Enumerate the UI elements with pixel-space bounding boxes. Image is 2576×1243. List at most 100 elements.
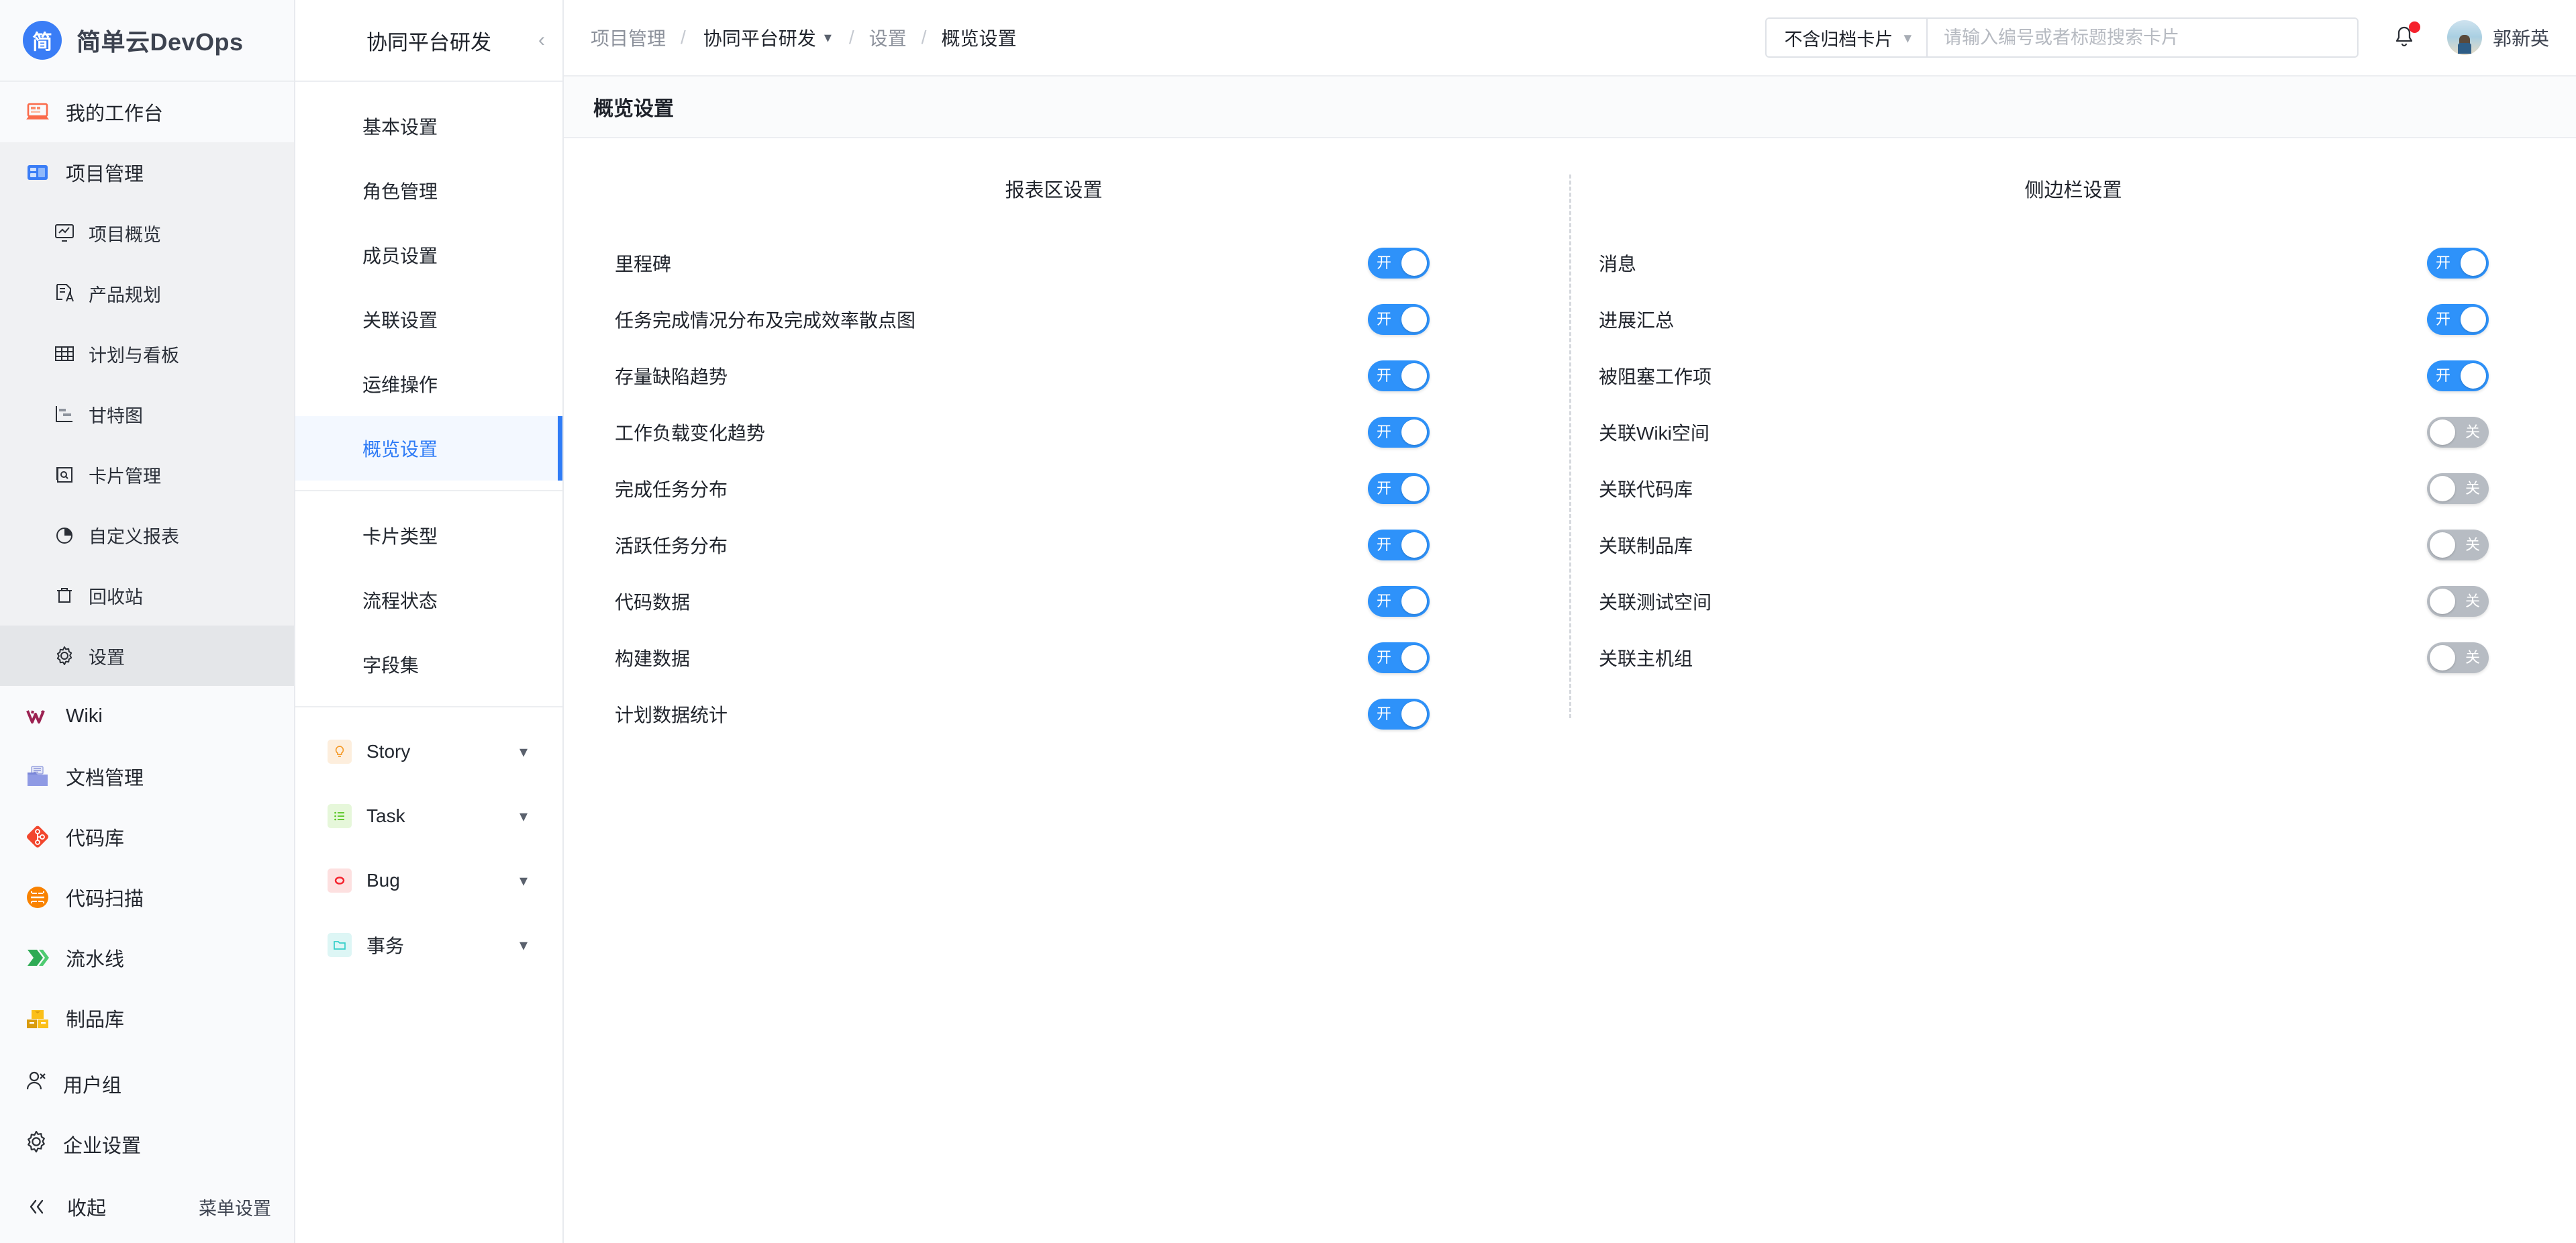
toggle-blocked-items[interactable]: 开	[2427, 360, 2489, 391]
setting-row-linked-artifact-repo: 关联制品库 关	[1571, 517, 2576, 573]
toggle-linked-code-repo[interactable]: 关	[2427, 473, 2489, 504]
toggle-state-label: 开	[1377, 705, 1392, 722]
toggle-progress-summary[interactable]: 开	[2427, 304, 2489, 335]
subnav-section-general: 基本设置 角色管理 成员设置 关联设置 运维操作 概览设置	[295, 82, 562, 491]
toggle-milestone[interactable]: 开	[1368, 248, 1430, 279]
search-input[interactable]	[1927, 19, 2357, 56]
sidebar-item-custom-report[interactable]: 自定义报表	[0, 505, 294, 565]
setting-label: 被阻塞工作项	[1599, 366, 1712, 387]
sidebar-item-gantt[interactable]: 甘特图	[0, 384, 294, 444]
sidebar-item-document-management[interactable]: 文档管理	[0, 746, 294, 807]
toggle-linked-test-space[interactable]: 关	[2427, 586, 2489, 617]
page-header: 概览设置	[564, 77, 2576, 138]
sidebar-item-label: 设置	[89, 647, 125, 668]
subnav-section-card-types: Story ▾ Task ▾ Bug ▾ 事务 ▾	[295, 707, 562, 987]
sidebar-item-artifact-repo[interactable]: 制品库	[0, 988, 294, 1048]
project-icon	[23, 158, 52, 187]
sidebar-item-user-group[interactable]: 用户组	[0, 1054, 294, 1114]
subnav-item-role-management[interactable]: 角色管理	[295, 158, 562, 223]
setting-row-code-data: 代码数据 开	[564, 573, 1571, 630]
toggle-messages[interactable]: 开	[2427, 248, 2489, 279]
sidebar-item-label: 产品规划	[89, 285, 161, 305]
setting-toggle: 开	[1368, 586, 1430, 617]
bell-icon[interactable]	[2389, 20, 2420, 55]
sidebar-item-plan-board[interactable]: 计划与看板	[0, 324, 294, 384]
global-nav-scroll[interactable]: 我的工作台 项目管理 项目概览 产品规划 计划与看板 甘特图 卡片管理 自定义报…	[0, 82, 294, 1054]
sidebar-item-code-repo[interactable]: 代码库	[0, 807, 294, 867]
brand[interactable]: 简 简单云DevOps	[0, 0, 294, 82]
setting-label: 里程碑	[615, 254, 672, 275]
subnav-item-overview-settings[interactable]: 概览设置	[295, 416, 562, 481]
chevron-down-icon[interactable]: ▾	[519, 807, 528, 826]
breadcrumb-item-project-management[interactable]: 项目管理	[591, 24, 666, 51]
breadcrumb-project-dropdown[interactable]: 协同平台研发 ▾	[701, 24, 834, 51]
setting-label: 关联Wiki空间	[1599, 423, 1710, 444]
toggle-build-data[interactable]: 开	[1368, 642, 1430, 673]
sidebar-item-pipeline[interactable]: 流水线	[0, 928, 294, 988]
report-settings-list: 里程碑 开 任务完成情况分布及完成效率散点图 开 存量缺陷趋势 开 工作负载变化…	[564, 235, 1571, 742]
docs-icon	[23, 762, 52, 791]
setting-label: 构建数据	[615, 648, 691, 669]
subnav-item-field-set[interactable]: 字段集	[295, 632, 562, 697]
sidebar-item-project-overview[interactable]: 项目概览	[0, 203, 294, 263]
chevron-double-left-icon	[23, 1195, 50, 1218]
chevron-down-icon[interactable]: ▾	[519, 871, 528, 891]
sidebar-group-project: 项目管理 项目概览 产品规划 计划与看板 甘特图 卡片管理 自定义报表 回收站 …	[0, 142, 294, 686]
toggle-active-task-distribution[interactable]: 开	[1368, 530, 1430, 560]
subnav-item-member-settings[interactable]: 成员设置	[295, 223, 562, 287]
sidebar-item-recycle-bin[interactable]: 回收站	[0, 565, 294, 626]
sidebar-item-label: 卡片管理	[89, 466, 161, 487]
subnav-item-ops-operations[interactable]: 运维操作	[295, 352, 562, 416]
toggle-linked-host-group[interactable]: 关	[2427, 642, 2489, 673]
sidebar-item-code-scan[interactable]: 代码扫描	[0, 867, 294, 928]
toggle-linked-artifact-repo[interactable]: 关	[2427, 530, 2489, 560]
chevron-down-icon: ▾	[1903, 28, 1912, 46]
toggle-task-completion-scatter[interactable]: 开	[1368, 304, 1430, 335]
toggle-defect-trend[interactable]: 开	[1368, 360, 1430, 391]
subnav-item-label: 运维操作	[362, 375, 438, 395]
subnav-cardtype-task[interactable]: Task ▾	[295, 784, 562, 848]
menu-settings-button[interactable]: 菜单设置	[199, 1194, 271, 1220]
toggle-code-data[interactable]: 开	[1368, 586, 1430, 617]
subnav-item-card-type[interactable]: 卡片类型	[295, 503, 562, 568]
sidebar-item-card-management[interactable]: 卡片管理	[0, 444, 294, 505]
breadcrumb-item-settings[interactable]: 设置	[869, 24, 907, 51]
setting-label: 存量缺陷趋势	[615, 366, 728, 387]
breadcrumb-separator: /	[921, 27, 927, 48]
subnav-item-flow-status[interactable]: 流程状态	[295, 568, 562, 632]
setting-label: 计划数据统计	[615, 705, 728, 726]
collapse-label: 收起	[67, 1198, 107, 1220]
sidebar-item-host-deploy[interactable]: 主机部署	[0, 1048, 294, 1054]
setting-toggle: 开	[2427, 304, 2489, 335]
setting-toggle: 开	[1368, 304, 1430, 335]
sidebar-item-enterprise-settings[interactable]: 企业设置	[0, 1114, 294, 1175]
sidebar-item-label: 自定义报表	[89, 526, 179, 547]
sidebar-item-settings[interactable]: 设置	[0, 626, 294, 686]
setting-row-completed-task-distribution: 完成任务分布 开	[564, 460, 1571, 517]
sidebar-item-workbench[interactable]: 我的工作台	[0, 82, 294, 142]
toggle-workload-trend[interactable]: 开	[1368, 417, 1430, 448]
chevron-left-icon[interactable]: ‹	[538, 30, 545, 50]
sidebar-item-label: Wiki	[66, 705, 103, 727]
toggle-completed-task-distribution[interactable]: 开	[1368, 473, 1430, 504]
subnav-cardtype-story[interactable]: Story ▾	[295, 719, 562, 784]
setting-toggle: 开	[1368, 417, 1430, 448]
collapse-sidebar-button[interactable]: 收起	[23, 1193, 106, 1221]
toggle-plan-data-stats[interactable]: 开	[1368, 699, 1430, 730]
sidebar-item-product-planning[interactable]: 产品规划	[0, 263, 294, 324]
sidebar-item-label: 项目概览	[89, 224, 161, 245]
chevron-down-icon[interactable]: ▾	[519, 742, 528, 762]
subnav-item-relation-settings[interactable]: 关联设置	[295, 287, 562, 352]
setting-row-linked-host-group: 关联主机组 关	[1571, 630, 2576, 686]
subnav-cardtype-bug[interactable]: Bug ▾	[295, 848, 562, 913]
sidebar-item-project-management[interactable]: 项目管理	[0, 142, 294, 203]
sidebar-item-wiki[interactable]: Wiki	[0, 686, 294, 746]
breadcrumb-item-current: 概览设置	[941, 28, 1017, 49]
subnav-item-basic-settings[interactable]: 基本设置	[295, 94, 562, 158]
search-filter-select[interactable]: 不含归档卡片 ▾	[1767, 19, 1928, 56]
user-menu[interactable]: 郭新英	[2446, 20, 2549, 55]
chevron-down-icon[interactable]: ▾	[519, 936, 528, 955]
setting-row-active-task-distribution: 活跃任务分布 开	[564, 517, 1571, 573]
subnav-cardtype-transaction[interactable]: 事务 ▾	[295, 913, 562, 977]
toggle-linked-wiki[interactable]: 关	[2427, 417, 2489, 448]
